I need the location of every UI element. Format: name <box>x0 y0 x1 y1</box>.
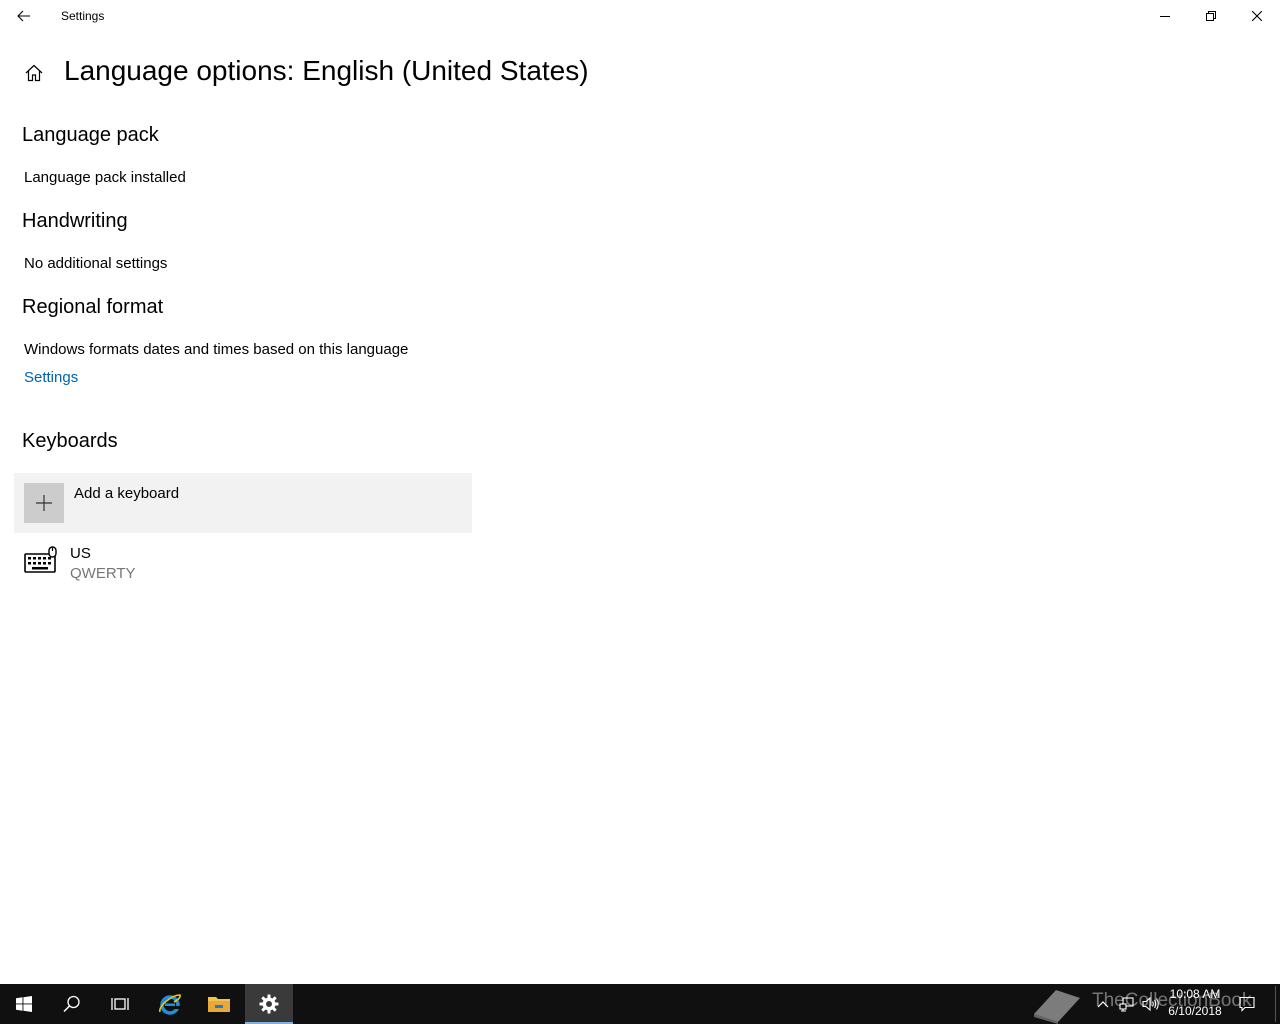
minimize-button[interactable] <box>1142 0 1188 32</box>
add-keyboard-icon-box <box>24 483 64 523</box>
plus-icon <box>36 495 52 511</box>
windows-logo-icon <box>16 996 32 1012</box>
home-button[interactable] <box>22 61 46 85</box>
action-center-button[interactable] <box>1234 984 1260 1024</box>
clock-time: 10:08 AM <box>1169 987 1221 1001</box>
regional-format-description: Windows formats dates and times based on… <box>24 341 409 358</box>
close-button[interactable] <box>1234 0 1280 32</box>
file-explorer-button[interactable] <box>195 984 243 1024</box>
internet-explorer-button[interactable] <box>146 984 194 1024</box>
add-keyboard-label: Add a keyboard <box>74 485 180 502</box>
home-icon <box>25 64 43 82</box>
restore-button[interactable] <box>1188 0 1234 32</box>
speaker-icon <box>1142 996 1159 1012</box>
handwriting-heading: Handwriting <box>22 210 128 232</box>
show-desktop-button[interactable] <box>1275 986 1276 1022</box>
page-title: Language options: English (United States… <box>64 55 589 86</box>
settings-taskbar-button[interactable] <box>245 984 293 1024</box>
back-arrow-icon <box>17 10 30 22</box>
regional-format-heading: Regional format <box>22 296 164 318</box>
book-logo-icon <box>1034 990 1080 1024</box>
network-button[interactable] <box>1116 984 1138 1024</box>
task-view-button[interactable] <box>96 984 144 1024</box>
back-button[interactable] <box>0 0 48 32</box>
taskbar-clock[interactable]: 10:08 AM 6/10/2018 <box>1162 986 1228 1022</box>
handwriting-status: No additional settings <box>24 255 168 272</box>
keyboard-layout: QWERTY <box>70 565 136 582</box>
window-title: Settings <box>61 9 105 23</box>
show-hidden-icons-button[interactable] <box>1092 984 1114 1024</box>
close-icon <box>1252 11 1262 21</box>
restore-icon <box>1206 11 1216 21</box>
volume-button[interactable] <box>1140 984 1162 1024</box>
chevron-up-icon <box>1097 1001 1109 1008</box>
title-bar: Settings <box>0 0 1280 32</box>
start-button[interactable] <box>0 984 48 1024</box>
minimize-icon <box>1160 16 1170 17</box>
regional-format-settings-link[interactable]: Settings <box>24 369 78 386</box>
folder-icon <box>208 997 230 1012</box>
gear-icon <box>259 994 279 1014</box>
network-icon <box>1119 997 1134 1012</box>
clock-date: 6/10/2018 <box>1168 1004 1222 1018</box>
add-keyboard-button[interactable]: Add a keyboard <box>14 473 472 533</box>
task-view-icon <box>111 998 129 1010</box>
language-pack-status: Language pack installed <box>24 169 186 186</box>
language-pack-heading: Language pack <box>22 124 159 146</box>
search-button[interactable] <box>48 984 96 1024</box>
internet-explorer-icon <box>159 994 181 1015</box>
keyboard-item-us[interactable]: US QWERTY <box>14 540 472 588</box>
keyboards-heading: Keyboards <box>22 430 118 452</box>
keyboard-icon <box>24 546 57 573</box>
keyboard-name: US <box>70 545 91 562</box>
notification-icon <box>1239 996 1255 1012</box>
search-icon <box>63 995 80 1013</box>
settings-window: Settings Language options: English (Unit… <box>0 0 1280 984</box>
